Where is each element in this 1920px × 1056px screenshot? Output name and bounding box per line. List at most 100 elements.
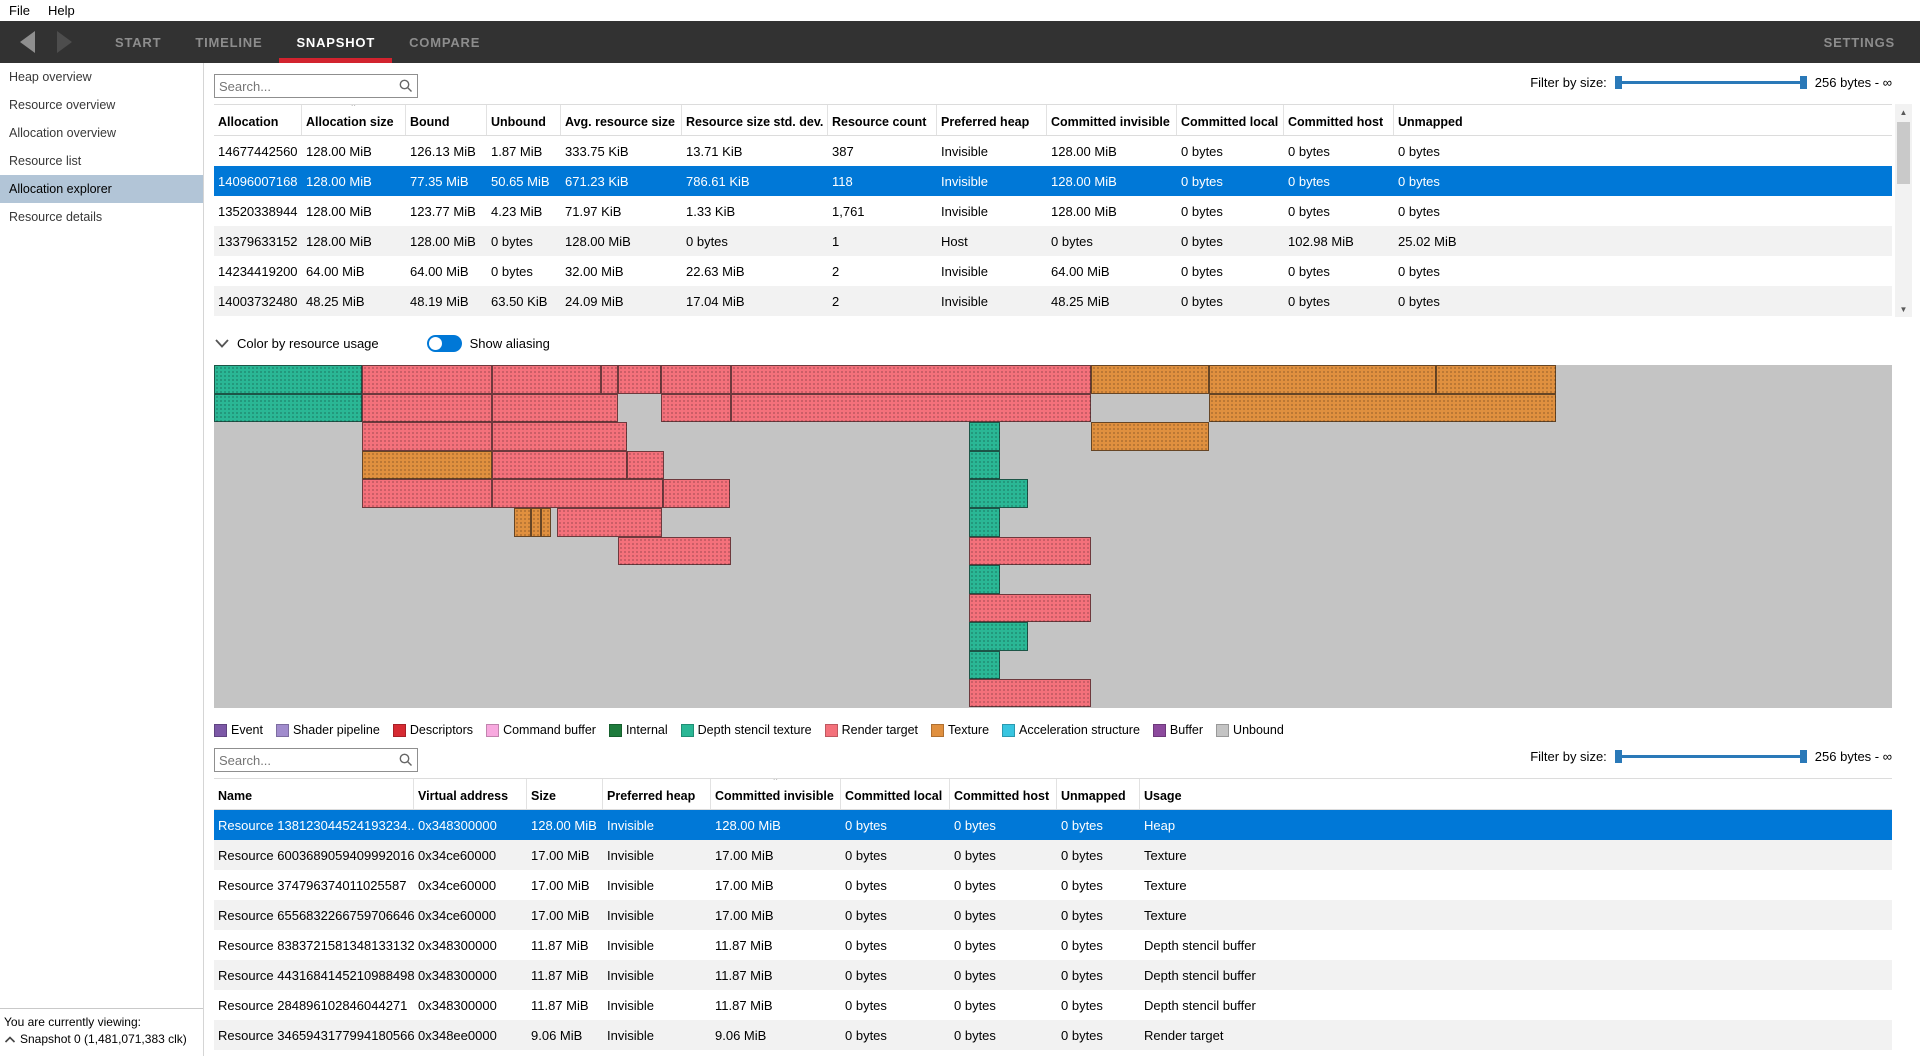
sidebar-item-allocation-overview[interactable]: Allocation overview bbox=[0, 119, 203, 147]
memory-block-render-target[interactable] bbox=[492, 451, 627, 479]
column-header-unbound[interactable]: Unbound bbox=[487, 105, 561, 135]
column-header-avg-resource-size[interactable]: Avg. resource size bbox=[561, 105, 682, 135]
memory-block-depth-stencil-texture[interactable] bbox=[214, 365, 362, 394]
memory-block-texture[interactable] bbox=[1209, 365, 1436, 394]
memory-block-render-target[interactable] bbox=[618, 537, 731, 565]
collapse-chevron-icon[interactable] bbox=[4, 1035, 16, 1044]
forward-arrow-button[interactable] bbox=[54, 29, 76, 55]
resource-search-input[interactable] bbox=[215, 753, 398, 768]
tab-settings[interactable]: SETTINGS bbox=[1807, 21, 1912, 63]
memory-block-depth-stencil-texture[interactable] bbox=[969, 622, 1028, 651]
column-header-virtual-address[interactable]: Virtual address bbox=[414, 779, 527, 809]
resource-size-filter-slider[interactable] bbox=[1615, 750, 1807, 764]
column-header-committed-host[interactable]: Committed host bbox=[1284, 105, 1394, 135]
memory-block-texture[interactable] bbox=[1436, 365, 1556, 394]
column-header-allocation[interactable]: Allocation bbox=[214, 105, 302, 135]
memory-block-depth-stencil-texture[interactable] bbox=[969, 565, 1000, 594]
memory-block-depth-stencil-texture[interactable] bbox=[969, 508, 1000, 537]
memory-block-render-target[interactable] bbox=[663, 479, 730, 508]
tab-start[interactable]: START bbox=[98, 21, 178, 63]
memory-block-depth-stencil-texture[interactable] bbox=[214, 394, 362, 422]
color-mode-label[interactable]: Color by resource usage bbox=[237, 336, 379, 351]
column-header-size[interactable]: Size bbox=[527, 779, 603, 809]
back-arrow-button[interactable] bbox=[16, 29, 38, 55]
allocation-size-filter-slider[interactable] bbox=[1615, 76, 1807, 90]
tab-snapshot[interactable]: SNAPSHOT bbox=[279, 21, 392, 63]
memory-block-texture[interactable] bbox=[514, 508, 531, 537]
column-header-resource-size-std-dev[interactable]: Resource size std. dev. bbox=[682, 105, 828, 135]
table-row[interactable]: Resource 65568322667597066460x34ce600001… bbox=[214, 900, 1892, 930]
memory-block-render-target[interactable] bbox=[969, 594, 1091, 622]
column-header-unmapped[interactable]: Unmapped bbox=[1394, 105, 1892, 135]
chevron-down-icon[interactable] bbox=[214, 337, 230, 349]
memory-block-texture[interactable] bbox=[1091, 365, 1209, 394]
table-row[interactable]: 14096007168128.00 MiB77.35 MiB50.65 MiB6… bbox=[214, 166, 1892, 196]
memory-block-render-target[interactable] bbox=[731, 365, 1091, 394]
table-row[interactable]: Resource 83837215813481331320x3483000001… bbox=[214, 930, 1892, 960]
table-row[interactable]: Resource 2848961028460442710x34830000011… bbox=[214, 990, 1892, 1020]
memory-block-depth-stencil-texture[interactable] bbox=[969, 479, 1028, 508]
memory-block-render-target[interactable] bbox=[557, 508, 662, 537]
table-row[interactable]: Resource 44316841452109884980x3483000001… bbox=[214, 960, 1892, 990]
table-row[interactable]: 1423441920064.00 MiB64.00 MiB0 bytes32.0… bbox=[214, 256, 1892, 286]
memory-block-render-target[interactable] bbox=[492, 422, 627, 451]
column-header-preferred-heap[interactable]: Preferred heap bbox=[603, 779, 711, 809]
table-row[interactable]: Resource 3747963740110255870x34ce6000017… bbox=[214, 870, 1892, 900]
table-row[interactable]: Resource 138123044524193234...0x34830000… bbox=[214, 810, 1892, 840]
slider-max-handle[interactable] bbox=[1800, 76, 1807, 89]
column-header-bound[interactable]: Bound bbox=[406, 105, 487, 135]
sidebar-item-resource-details[interactable]: Resource details bbox=[0, 203, 203, 231]
scroll-up-arrow[interactable]: ▲ bbox=[1895, 104, 1912, 120]
memory-block-render-target[interactable] bbox=[627, 451, 664, 479]
memory-block-render-target[interactable] bbox=[969, 679, 1091, 707]
table-row[interactable]: 13379633152128.00 MiB128.00 MiB0 bytes12… bbox=[214, 226, 1892, 256]
memory-block-render-target[interactable] bbox=[362, 422, 492, 451]
memory-block-render-target[interactable] bbox=[661, 365, 731, 394]
memory-block-texture[interactable] bbox=[362, 451, 492, 479]
show-aliasing-toggle[interactable] bbox=[427, 335, 462, 352]
scroll-thumb[interactable] bbox=[1897, 122, 1910, 184]
memory-block-texture[interactable] bbox=[1091, 422, 1209, 451]
column-header-committed-invisible[interactable]: Committed invisibleˆ bbox=[711, 779, 841, 809]
table-row[interactable]: 14677442560128.00 MiB126.13 MiB1.87 MiB3… bbox=[214, 136, 1892, 166]
column-header-allocation-size[interactable]: Allocation sizeˆ bbox=[302, 105, 406, 135]
column-header-unmapped[interactable]: Unmapped bbox=[1057, 779, 1140, 809]
memory-block-render-target[interactable] bbox=[492, 394, 618, 422]
memory-block-render-target[interactable] bbox=[362, 479, 492, 508]
memory-block-depth-stencil-texture[interactable] bbox=[969, 422, 1000, 451]
memory-block-depth-stencil-texture[interactable] bbox=[969, 451, 1000, 479]
column-header-name[interactable]: Name bbox=[214, 779, 414, 809]
memory-block-render-target[interactable] bbox=[601, 365, 618, 394]
column-header-committed-local[interactable]: Committed local bbox=[841, 779, 950, 809]
memory-block-render-target[interactable] bbox=[492, 479, 663, 508]
slider-min-handle[interactable] bbox=[1615, 750, 1622, 763]
allocation-search-input[interactable] bbox=[215, 79, 398, 94]
column-header-usage[interactable]: Usage bbox=[1140, 779, 1892, 809]
menu-file[interactable]: File bbox=[0, 0, 39, 21]
memory-block-texture[interactable] bbox=[531, 508, 541, 537]
tab-compare[interactable]: COMPARE bbox=[392, 21, 497, 63]
memory-block-render-target[interactable] bbox=[362, 394, 492, 422]
table-row[interactable]: 1400373248048.25 MiB48.19 MiB63.50 KiB24… bbox=[214, 286, 1892, 316]
sidebar-item-heap-overview[interactable]: Heap overview bbox=[0, 63, 203, 91]
sidebar-item-allocation-explorer[interactable]: Allocation explorer bbox=[0, 175, 203, 203]
sidebar-item-resource-overview[interactable]: Resource overview bbox=[0, 91, 203, 119]
memory-block-texture[interactable] bbox=[1209, 394, 1556, 422]
column-header-committed-local[interactable]: Committed local bbox=[1177, 105, 1284, 135]
column-header-committed-host[interactable]: Committed host bbox=[950, 779, 1057, 809]
table-row[interactable]: 13520338944128.00 MiB123.77 MiB4.23 MiB7… bbox=[214, 196, 1892, 226]
column-header-committed-invisible[interactable]: Committed invisible bbox=[1047, 105, 1177, 135]
memory-block-render-target[interactable] bbox=[362, 365, 492, 394]
memory-block-render-target[interactable] bbox=[661, 394, 731, 422]
memory-block-depth-stencil-texture[interactable] bbox=[969, 651, 1000, 679]
column-header-preferred-heap[interactable]: Preferred heap bbox=[937, 105, 1047, 135]
table-row[interactable]: Resource 60036890594099920160x34ce600001… bbox=[214, 840, 1892, 870]
allocation-table-scrollbar[interactable]: ▲ ▼ bbox=[1895, 104, 1912, 317]
memory-map[interactable] bbox=[214, 365, 1892, 708]
memory-block-texture[interactable] bbox=[541, 508, 551, 537]
memory-block-render-target[interactable] bbox=[731, 394, 1091, 422]
scroll-down-arrow[interactable]: ▼ bbox=[1895, 301, 1912, 317]
sidebar-item-resource-list[interactable]: Resource list bbox=[0, 147, 203, 175]
table-row[interactable]: Resource 34659431779941805660x348ee00009… bbox=[214, 1020, 1892, 1050]
memory-block-render-target[interactable] bbox=[618, 365, 661, 394]
